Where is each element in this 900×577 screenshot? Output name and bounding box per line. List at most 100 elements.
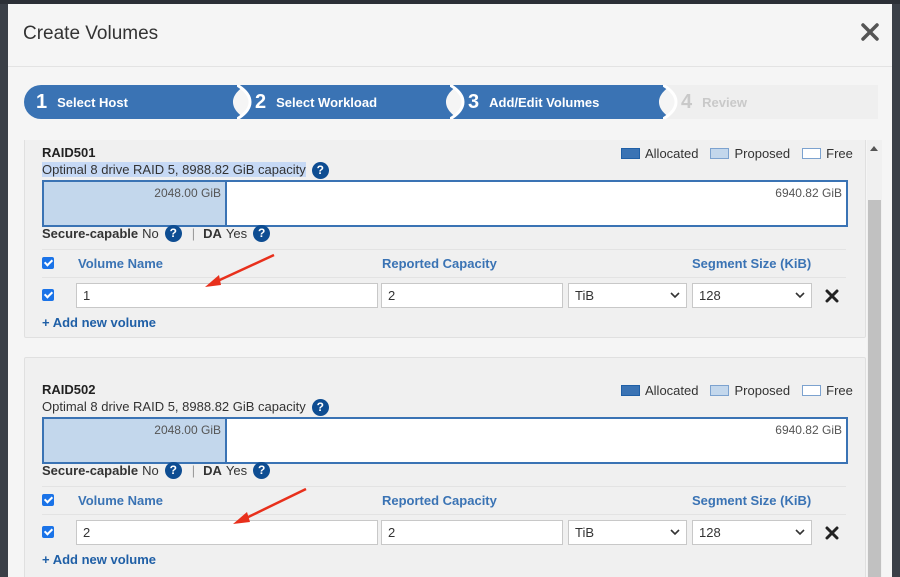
- column-header-volume-name: Volume Name: [78, 256, 164, 271]
- selected-segment-size: 128: [699, 288, 721, 303]
- raid-name: RAID502: [42, 382, 96, 397]
- secure-capable-label: Secure-capable: [42, 463, 139, 478]
- raid-panel-raid501: RAID501 Optimal 8 drive RAID 5, 8988.82 …: [24, 140, 866, 338]
- legend-proposed: Proposed: [710, 383, 790, 398]
- capacity-unit-select[interactable]: TiB: [568, 520, 687, 545]
- step-select-host[interactable]: 1 Select Host: [24, 85, 246, 119]
- column-header-volume-name: Volume Name: [78, 493, 164, 508]
- secure-capable-value: No: [142, 463, 159, 478]
- chevron-down-icon: [670, 529, 680, 536]
- help-icon[interactable]: ?: [253, 462, 271, 479]
- step-label: Add/Edit Volumes: [489, 94, 600, 110]
- column-header-segment-size: Segment Size (KiB): [692, 493, 812, 508]
- step-label: Select Host: [57, 94, 128, 110]
- legend-free: Free: [802, 146, 853, 161]
- legend-swatch-allocated: [621, 148, 640, 159]
- capacity-used-segment: 2048.00 GiB: [44, 419, 227, 462]
- capacity-bar: 2048.00 GiB 6940.82 GiB: [42, 417, 848, 464]
- help-icon[interactable]: ?: [311, 399, 329, 417]
- wizard-steps: 1 Select Host 2 Select Workload 3 Add/Ed…: [24, 85, 878, 119]
- column-header-reported-capacity: Reported Capacity: [382, 256, 497, 271]
- raid-description: Optimal 8 drive RAID 5, 8988.82 GiB capa…: [42, 399, 329, 417]
- legend-swatch-allocated: [621, 385, 640, 396]
- step-number: 1: [36, 90, 48, 113]
- volume-name-input[interactable]: 2: [76, 520, 378, 545]
- scroll-up-arrow-icon[interactable]: [870, 146, 878, 151]
- reported-capacity-input[interactable]: 2: [381, 520, 563, 545]
- add-new-volume-link[interactable]: + Add new volume: [42, 552, 156, 567]
- da-label: DA: [203, 463, 222, 478]
- divider: [42, 249, 846, 250]
- separator: |: [191, 226, 196, 241]
- capacity-used-label: 2048.00 GiB: [154, 186, 221, 200]
- dialog-title: Create Volumes: [23, 23, 159, 44]
- step-review: 4 Review: [663, 85, 878, 119]
- chevron-down-icon: [795, 529, 805, 536]
- select-all-checkbox[interactable]: [42, 257, 54, 269]
- da-value: Yes: [225, 226, 248, 241]
- legend-label: Allocated: [645, 383, 699, 398]
- step-label: Review: [702, 94, 747, 110]
- legend-swatch-proposed: [710, 385, 730, 396]
- selected-segment-size: 128: [699, 525, 721, 540]
- raid-description-text: Optimal 8 drive RAID 5, 8988.82 GiB capa…: [42, 399, 306, 414]
- legend-swatch-free: [802, 148, 822, 159]
- step-number: 4: [681, 90, 693, 113]
- capacity-free-label: 6940.82 GiB: [775, 423, 842, 437]
- da-value: Yes: [225, 463, 248, 478]
- step-select-workload[interactable]: 2 Select Workload: [237, 85, 459, 119]
- capacity-unit-select[interactable]: TiB: [568, 283, 687, 308]
- help-icon[interactable]: ?: [164, 225, 182, 242]
- annotation-arrow: [205, 253, 275, 287]
- capacity-legend: Allocated Proposed Free: [621, 383, 865, 398]
- column-header-segment-size: Segment Size (KiB): [692, 256, 812, 271]
- step-number: 3: [468, 90, 480, 113]
- legend-allocated: Allocated: [621, 146, 698, 161]
- volume-checkbox[interactable]: [42, 526, 54, 538]
- reported-capacity-input[interactable]: 2: [381, 283, 563, 308]
- delete-icon[interactable]: [825, 289, 839, 303]
- capacity-used-label: 2048.00 GiB: [154, 423, 221, 437]
- capacity-free-label: 6940.82 GiB: [775, 186, 842, 200]
- volume-groups-scroll-area[interactable]: RAID501 Optimal 8 drive RAID 5, 8988.82 …: [24, 140, 882, 577]
- separator: |: [191, 463, 196, 478]
- select-all-checkbox[interactable]: [42, 494, 54, 506]
- legend-label: Free: [826, 146, 853, 161]
- step-number: 2: [255, 90, 267, 113]
- da-label: DA: [203, 226, 222, 241]
- secure-capable-label: Secure-capable: [42, 226, 139, 241]
- add-new-volume-link[interactable]: + Add new volume: [42, 315, 156, 330]
- help-icon[interactable]: ?: [253, 225, 271, 242]
- legend-label: Free: [826, 383, 853, 398]
- secure-capable-value: No: [142, 226, 159, 241]
- raid-description-text: Optimal 8 drive RAID 5, 8988.82 GiB capa…: [42, 162, 306, 177]
- legend-label: Proposed: [734, 146, 791, 161]
- vertical-scrollbar[interactable]: [867, 140, 882, 577]
- legend-swatch-free: [802, 385, 822, 396]
- selected-unit: TiB: [575, 288, 595, 303]
- title-divider: [8, 66, 892, 67]
- help-icon[interactable]: ?: [164, 462, 182, 479]
- close-icon[interactable]: [859, 21, 881, 43]
- security-row: Secure-capable No ? | DA Yes ?: [42, 462, 271, 479]
- divider: [42, 514, 846, 515]
- volume-checkbox[interactable]: [42, 289, 54, 301]
- scrollbar-thumb[interactable]: [868, 200, 881, 577]
- step-add-edit-volumes[interactable]: 3 Add/Edit Volumes: [450, 85, 672, 119]
- step-label: Select Workload: [276, 94, 378, 110]
- step-shape: [663, 85, 878, 119]
- segment-size-select[interactable]: 128: [692, 283, 812, 308]
- capacity-used-segment: 2048.00 GiB: [44, 182, 227, 225]
- create-volumes-dialog: Create Volumes 1 Select Host 2 Select Wo…: [8, 4, 892, 577]
- legend-free: Free: [802, 383, 853, 398]
- divider: [42, 486, 846, 487]
- legend-proposed: Proposed: [710, 146, 790, 161]
- legend-swatch-proposed: [710, 148, 730, 159]
- chevron-down-icon: [670, 292, 680, 299]
- divider: [42, 277, 846, 278]
- chevron-down-icon: [795, 292, 805, 299]
- delete-icon[interactable]: [825, 526, 839, 540]
- segment-size-select[interactable]: 128: [692, 520, 812, 545]
- help-icon[interactable]: ?: [311, 162, 329, 180]
- security-row: Secure-capable No ? | DA Yes ?: [42, 225, 271, 242]
